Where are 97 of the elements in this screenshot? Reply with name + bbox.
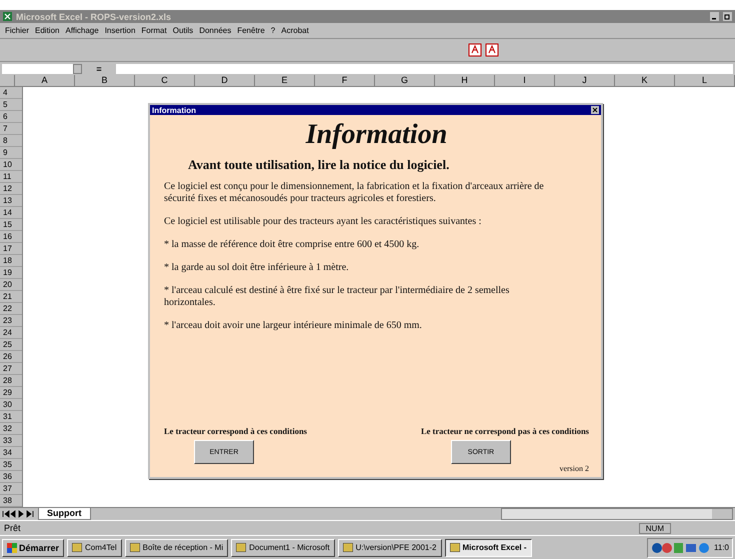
horizontal-scrollbar[interactable]: [501, 508, 733, 520]
clock: 11:0: [714, 543, 729, 552]
window-icon: [130, 543, 140, 552]
row-header[interactable]: 7: [0, 123, 22, 135]
info-paragraph: Ce logiciel est conçu pour le dimensionnement, la fabrication et la fixation d'arceaux arrière de sécurité fixes et mécanosoudés pour tracteurs agricoles et forestiers.: [164, 181, 545, 205]
row-header[interactable]: 23: [0, 315, 22, 327]
menu-item[interactable]: Données: [199, 26, 232, 35]
taskbar-button[interactable]: Microsoft Excel -: [444, 538, 532, 556]
column-header[interactable]: H: [435, 75, 495, 86]
column-header[interactable]: D: [195, 75, 255, 86]
window-title: Microsoft Excel - ROPS-version2.xls: [16, 12, 172, 22]
spreadsheet-icon: [3, 12, 12, 21]
column-header[interactable]: I: [495, 75, 555, 86]
column-header[interactable]: J: [555, 75, 615, 86]
column-header[interactable]: E: [255, 75, 315, 86]
info-paragraph: * la masse de référence doit être comprise entre 600 et 4500 kg.: [164, 239, 420, 251]
info-paragraph: * l'arceau doit avoir une largeur intérieure minimale de 650 mm.: [164, 320, 423, 332]
status-text: Prêt: [4, 523, 21, 533]
restore-icon[interactable]: [723, 12, 732, 21]
row-header[interactable]: 5: [0, 99, 22, 111]
sheet-tab[interactable]: Support: [38, 508, 90, 520]
menu-item[interactable]: Outils: [172, 26, 194, 35]
row-header[interactable]: 4: [0, 87, 22, 99]
row-header[interactable]: 16: [0, 231, 22, 243]
row-header[interactable]: 9: [0, 147, 22, 159]
taskbar-button[interactable]: U:\version\PFE 2001-2: [338, 538, 442, 556]
row-header[interactable]: 20: [0, 279, 22, 291]
close-icon[interactable]: [591, 106, 599, 114]
info-paragraph: * l'arceau calculé est destiné à être fixé sur le tracteur par l'intermédiaire de 2 semelles horizontales.: [164, 285, 510, 309]
row-header[interactable]: 28: [0, 375, 22, 387]
pdf-icon[interactable]: [468, 43, 482, 57]
window-icon: [342, 543, 353, 552]
row-header[interactable]: 29: [0, 387, 22, 399]
info-paragraph: Ce logiciel est utilisable pour des tracteurs ayant les caractéristiques suivantes :: [164, 216, 482, 228]
column-header[interactable]: B: [75, 75, 135, 86]
row-header[interactable]: 30: [0, 399, 22, 411]
condition-label: Le tracteur correspond à ces conditions: [164, 426, 307, 436]
row-header[interactable]: 34: [0, 447, 22, 459]
row-header[interactable]: 27: [0, 363, 22, 375]
row-header[interactable]: 13: [0, 195, 22, 207]
sheet-nav-icon[interactable]: [2, 510, 36, 518]
condition-label: Le tracteur ne correspond pas à ces conditions: [420, 426, 589, 436]
taskbar-button[interactable]: Boîte de réception - Mi: [124, 538, 228, 556]
start-button[interactable]: Démarrer: [2, 538, 64, 556]
column-header[interactable]: K: [615, 75, 675, 86]
row-header[interactable]: 6: [0, 111, 22, 123]
windows-logo-icon: [7, 542, 17, 552]
row-header[interactable]: 35: [0, 459, 22, 471]
formula-field[interactable]: [116, 64, 733, 74]
pdf-icon[interactable]: [485, 43, 499, 57]
menu-item[interactable]: ?: [270, 26, 276, 35]
row-header[interactable]: 26: [0, 351, 22, 363]
menu-item[interactable]: Insertion: [104, 26, 136, 35]
row-header[interactable]: 14: [0, 207, 22, 219]
dialog-title: Information: [152, 106, 196, 114]
row-header[interactable]: 37: [0, 483, 22, 495]
row-header[interactable]: 24: [0, 327, 22, 339]
notice-text: Avant toute utilisation, lire la notice du logiciel.: [188, 157, 450, 173]
window-icon: [450, 543, 460, 552]
row-header[interactable]: 11: [0, 171, 22, 183]
row-header[interactable]: 31: [0, 411, 22, 423]
row-header[interactable]: 8: [0, 135, 22, 147]
row-header[interactable]: 19: [0, 267, 22, 279]
column-header[interactable]: G: [375, 75, 435, 86]
menu-item[interactable]: Edition: [35, 26, 60, 35]
column-header[interactable]: F: [315, 75, 375, 86]
column-header[interactable]: L: [675, 75, 735, 86]
menu-item[interactable]: Affichage: [65, 26, 99, 35]
column-header[interactable]: C: [135, 75, 195, 86]
row-header[interactable]: 17: [0, 243, 22, 255]
menu-item[interactable]: Fenêtre: [237, 26, 265, 35]
row-header[interactable]: 21: [0, 291, 22, 303]
row-header[interactable]: 10: [0, 159, 22, 171]
menu-item[interactable]: Fichier: [5, 26, 30, 35]
equals-sign: =: [95, 64, 103, 74]
row-header[interactable]: 32: [0, 423, 22, 435]
window-icon: [72, 543, 82, 552]
row-header[interactable]: 12: [0, 183, 22, 195]
row-header[interactable]: 18: [0, 255, 22, 267]
minimize-icon[interactable]: [710, 12, 719, 21]
taskbar-button[interactable]: Document1 - Microsoft: [231, 538, 335, 556]
dialog-heading: Information: [306, 119, 448, 151]
menu-item[interactable]: Format: [141, 26, 167, 35]
row-header[interactable]: 22: [0, 303, 22, 315]
taskbar-button[interactable]: Com4Tel: [67, 538, 122, 556]
row-header[interactable]: 15: [0, 219, 22, 231]
row-header[interactable]: 25: [0, 339, 22, 351]
info-paragraph: * la garde au sol doit être inférieure à 1 mètre.: [164, 262, 350, 274]
window-icon: [236, 543, 246, 552]
menu-item[interactable]: Acrobat: [281, 26, 309, 35]
tray-icons[interactable]: [651, 542, 712, 554]
version-label: version 2: [559, 464, 589, 473]
column-header[interactable]: A: [15, 75, 75, 86]
name-box[interactable]: [2, 64, 82, 74]
row-header[interactable]: 36: [0, 471, 22, 483]
num-lock-indicator: NUM: [638, 522, 671, 534]
row-header[interactable]: 33: [0, 435, 22, 447]
